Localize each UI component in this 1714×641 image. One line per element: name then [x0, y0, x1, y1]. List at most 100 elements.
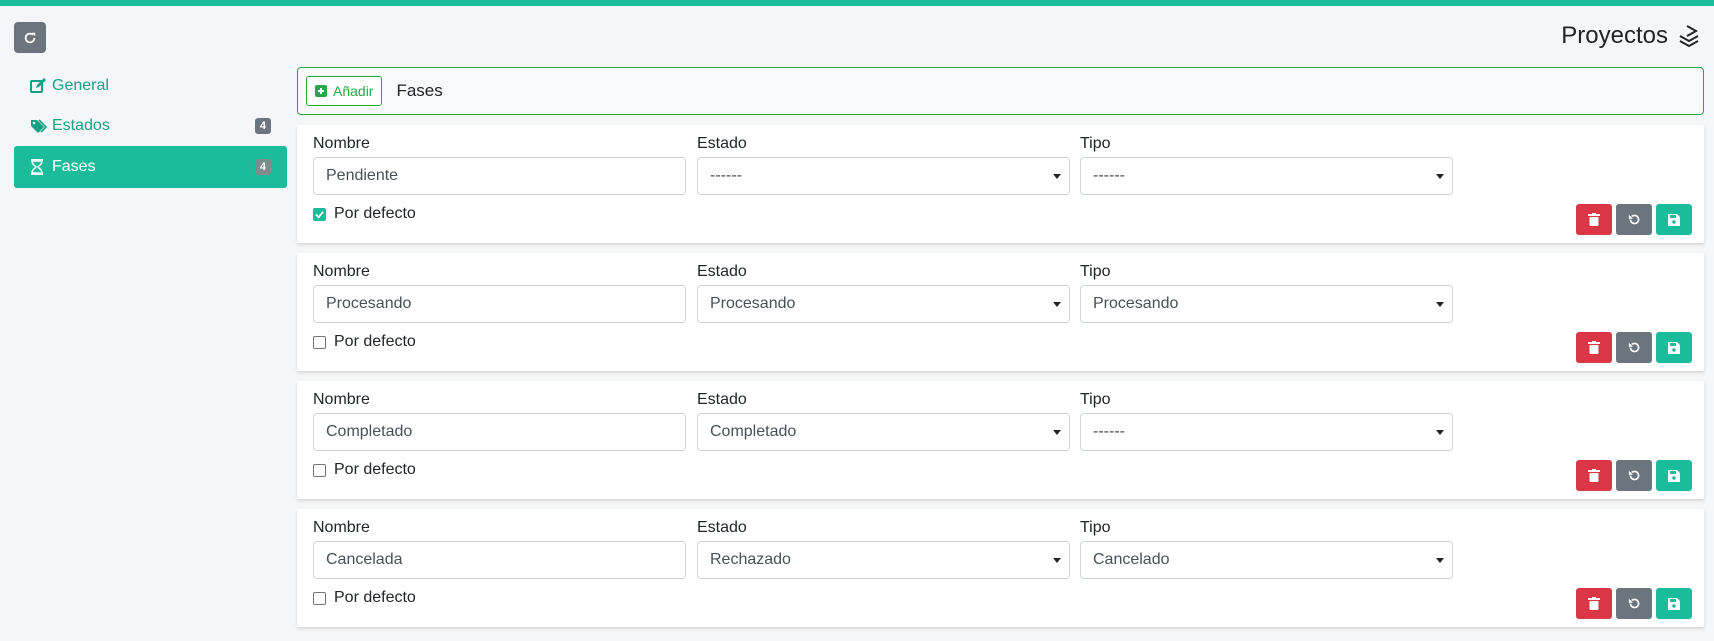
default-checkbox[interactable] — [313, 207, 326, 221]
type-label: Tipo — [1080, 135, 1111, 152]
save-icon — [1668, 597, 1680, 610]
state-value: Procesando — [710, 295, 796, 312]
trash-icon — [1588, 597, 1600, 610]
row-actions — [1576, 332, 1692, 363]
caret-down-icon — [1053, 558, 1061, 563]
caret-down-icon — [1436, 174, 1444, 179]
undo-icon — [1628, 470, 1639, 481]
sidebar-item-label: Estados — [52, 117, 110, 134]
tags-icon — [30, 117, 48, 135]
default-checkbox[interactable] — [313, 591, 326, 605]
name-input[interactable]: Completado — [313, 413, 686, 451]
row-actions — [1576, 460, 1692, 491]
type-select[interactable]: Cancelado — [1080, 541, 1453, 579]
type-select[interactable]: Procesando — [1080, 285, 1453, 323]
undo-button[interactable] — [1616, 460, 1652, 491]
plus-square-icon — [315, 85, 327, 97]
default-label: Por defecto — [334, 333, 416, 350]
sidebar-item-estados[interactable]: Estados 4 — [14, 106, 287, 146]
save-icon — [1668, 469, 1680, 482]
delete-button[interactable] — [1576, 332, 1612, 363]
state-select[interactable]: Completado — [697, 413, 1070, 451]
caret-down-icon — [1436, 558, 1444, 563]
default-option: Por defecto — [313, 461, 416, 479]
state-label: Estado — [697, 391, 747, 408]
phase-card: Nombre Estado Tipo Procesando Procesando… — [297, 253, 1704, 371]
top-accent-bar — [0, 0, 1714, 6]
name-label: Nombre — [313, 519, 370, 536]
name-input[interactable]: Cancelada — [313, 541, 686, 579]
state-value: Rechazado — [710, 551, 791, 568]
caret-down-icon — [1053, 302, 1061, 307]
save-button[interactable] — [1656, 332, 1692, 363]
name-input[interactable]: Procesando — [313, 285, 686, 323]
page-title: Proyectos — [1561, 20, 1700, 52]
type-value: Cancelado — [1093, 551, 1170, 568]
stack-icon — [1679, 25, 1699, 48]
add-button-label: Añadir — [333, 83, 374, 99]
save-icon — [1668, 341, 1680, 354]
sidebar-item-label: Fases — [52, 158, 96, 175]
hourglass-icon — [30, 158, 48, 176]
undo-icon — [1628, 598, 1639, 609]
state-select[interactable]: Procesando — [697, 285, 1070, 323]
save-button[interactable] — [1656, 204, 1692, 235]
edit-icon — [30, 77, 48, 95]
check-icon — [315, 210, 324, 219]
state-select[interactable]: ------ — [697, 157, 1070, 195]
save-button[interactable] — [1656, 588, 1692, 619]
default-option: Por defecto — [313, 333, 416, 351]
trash-icon — [1588, 213, 1600, 226]
sidebar-item-general[interactable]: General — [14, 66, 287, 106]
count-badge: 4 — [254, 159, 271, 175]
caret-down-icon — [1053, 174, 1061, 179]
sidebar: General Estados 4 Fases 4 — [14, 66, 287, 188]
trash-icon — [1588, 341, 1600, 354]
name-input[interactable]: Pendiente — [313, 157, 686, 195]
page-title-text: Proyectos — [1561, 22, 1668, 49]
row-actions — [1576, 588, 1692, 619]
save-icon — [1668, 213, 1680, 226]
trash-icon — [1588, 469, 1600, 482]
section-label: Fases — [396, 81, 443, 100]
state-select[interactable]: Rechazado — [697, 541, 1070, 579]
type-label: Tipo — [1080, 519, 1111, 536]
phase-card: Nombre Estado Tipo Pendiente ------ ----… — [297, 125, 1704, 243]
phase-card: Nombre Estado Tipo Completado Completado… — [297, 381, 1704, 499]
refresh-button[interactable] — [14, 22, 46, 53]
caret-down-icon — [1053, 430, 1061, 435]
undo-icon — [1628, 342, 1639, 353]
state-value: Completado — [710, 423, 797, 440]
save-button[interactable] — [1656, 460, 1692, 491]
type-label: Tipo — [1080, 391, 1111, 408]
add-button[interactable]: Añadir — [306, 76, 383, 106]
sidebar-item-fases[interactable]: Fases 4 — [14, 146, 287, 188]
count-badge: 4 — [254, 118, 271, 134]
delete-button[interactable] — [1576, 588, 1612, 619]
phase-card: Nombre Estado Tipo Cancelada Rechazado C… — [297, 509, 1704, 627]
undo-button[interactable] — [1616, 588, 1652, 619]
sidebar-item-label: General — [52, 77, 109, 94]
state-label: Estado — [697, 263, 747, 280]
delete-button[interactable] — [1576, 460, 1612, 491]
row-actions — [1576, 204, 1692, 235]
default-checkbox[interactable] — [313, 335, 326, 349]
type-value: ------ — [1093, 167, 1125, 184]
undo-button[interactable] — [1616, 332, 1652, 363]
default-label: Por defecto — [334, 461, 416, 478]
type-select[interactable]: ------ — [1080, 157, 1453, 195]
default-checkbox[interactable] — [313, 463, 326, 477]
type-select[interactable]: ------ — [1080, 413, 1453, 451]
state-label: Estado — [697, 135, 747, 152]
delete-button[interactable] — [1576, 204, 1612, 235]
name-label: Nombre — [313, 135, 370, 152]
refresh-icon — [24, 32, 36, 43]
add-toolbar: Añadir Fases — [297, 67, 1704, 115]
default-label: Por defecto — [334, 589, 416, 606]
caret-down-icon — [1436, 302, 1444, 307]
state-value: ------ — [710, 167, 742, 184]
default-option: Por defecto — [313, 205, 416, 223]
default-option: Por defecto — [313, 589, 416, 607]
undo-button[interactable] — [1616, 204, 1652, 235]
name-label: Nombre — [313, 263, 370, 280]
